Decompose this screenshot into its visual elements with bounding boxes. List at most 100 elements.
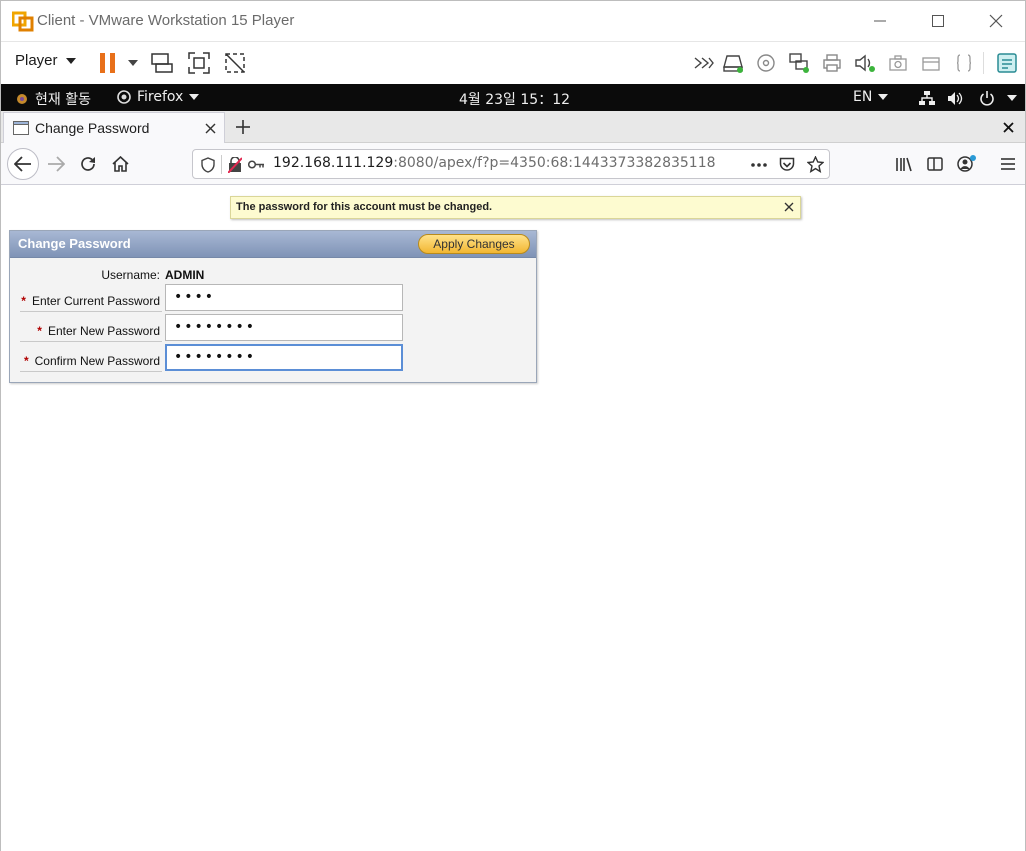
firefox-tab-strip: Change Password <box>1 111 1025 143</box>
current-password-input[interactable]: •••• <box>165 284 403 311</box>
activities-label: 현재 활동 <box>35 92 91 108</box>
chevron-down-icon[interactable] <box>120 51 146 75</box>
notification-text: The password for this account must be ch… <box>236 201 493 213</box>
firefox-nav-bar: 192.168.111.129:8080/apex/f?p=4350:68:14… <box>1 143 1025 185</box>
hard-disk-icon[interactable] <box>720 51 746 75</box>
maximize-button[interactable] <box>915 6 961 36</box>
minimize-button[interactable] <box>857 6 903 36</box>
vmware-toolbar: Player <box>1 41 1025 84</box>
forward-arrow-icon <box>48 156 65 172</box>
back-arrow-icon <box>14 156 31 172</box>
insecure-lock-icon[interactable] <box>228 157 242 173</box>
player-menu[interactable]: Player <box>15 52 76 69</box>
vmware-window: Client - VMware Workstation 15 Player Pl… <box>0 0 1026 851</box>
sound-card-icon[interactable] <box>852 51 878 75</box>
firefox-icon <box>117 90 131 104</box>
current-password-label: * Enter Current Password <box>21 294 160 308</box>
home-icon <box>111 156 129 172</box>
vmware-window-title: Client - VMware Workstation 15 Player <box>37 12 295 29</box>
change-password-region: Change Password Apply Changes Username: … <box>9 230 537 383</box>
page-actions-icon[interactable] <box>751 163 767 167</box>
tab-change-password[interactable]: Change Password <box>3 112 225 143</box>
close-tab-icon[interactable] <box>205 123 216 134</box>
new-password-label-text: Enter New Password <box>47 324 160 338</box>
notes-icon[interactable] <box>994 51 1020 75</box>
tab-label: Change Password <box>35 120 150 136</box>
pocket-icon[interactable] <box>779 157 795 172</box>
chevron-down-icon <box>189 94 200 100</box>
chevron-down-icon <box>65 57 76 64</box>
activities-icon <box>17 94 27 104</box>
apply-changes-button[interactable]: Apply Changes <box>418 234 530 254</box>
player-menu-label: Player <box>15 52 58 69</box>
expand-devices-icon[interactable] <box>691 51 717 75</box>
library-icon <box>895 157 912 171</box>
row-divider <box>20 311 162 312</box>
sidebar-button[interactable] <box>919 148 951 180</box>
confirm-password-label-text: Confirm New Password <box>34 354 160 368</box>
key-icon[interactable] <box>248 159 265 170</box>
app-menu[interactable]: Firefox <box>117 89 200 105</box>
library-button[interactable] <box>887 148 919 180</box>
confirm-password-label: * Confirm New Password <box>24 354 160 368</box>
url-text[interactable]: 192.168.111.129:8080/apex/f?p=4350:68:14… <box>273 155 716 171</box>
required-marker: * <box>37 324 42 338</box>
urlbar-divider <box>221 155 222 174</box>
row-divider <box>20 371 162 372</box>
chevron-down-icon <box>1007 95 1017 101</box>
gnome-top-bar: 현재 활동 Firefox 4월 23일 15：12 EN <box>1 84 1025 111</box>
close-browser-icon[interactable] <box>1003 122 1014 133</box>
vmware-logo-icon <box>11 10 34 32</box>
tracking-protection-icon[interactable] <box>201 157 215 173</box>
activities-button[interactable]: 현재 활동 <box>15 89 91 109</box>
web-page: The password for this account must be ch… <box>1 186 1025 851</box>
new-password-input[interactable]: •••••••• <box>165 314 403 341</box>
page-icon <box>13 121 29 135</box>
username-value: ADMIN <box>165 268 205 282</box>
usb-icon[interactable] <box>918 51 944 75</box>
app-menu-button[interactable] <box>992 148 1024 180</box>
new-password-label: * Enter New Password <box>37 324 160 338</box>
unity-icon[interactable] <box>222 51 248 75</box>
bookmark-star-icon[interactable] <box>807 156 824 173</box>
required-marker: * <box>23 354 29 368</box>
vmware-titlebar: Client - VMware Workstation 15 Player <box>1 1 1025 41</box>
forward-button[interactable] <box>40 148 72 180</box>
url-path: :8080/apex/f?p=4350:68:1443373382835118 <box>393 155 716 171</box>
camera-icon[interactable] <box>885 51 911 75</box>
new-tab-icon[interactable] <box>235 119 251 135</box>
input-method-label: EN <box>853 89 873 105</box>
account-icon <box>957 155 976 172</box>
row-divider <box>20 341 162 342</box>
close-window-button[interactable] <box>973 6 1019 36</box>
cd-dvd-icon[interactable] <box>753 51 779 75</box>
account-button[interactable] <box>951 148 983 180</box>
sidebar-icon <box>927 157 943 171</box>
username-label: Username: <box>101 268 160 282</box>
fullscreen-icon[interactable] <box>186 51 212 75</box>
back-button[interactable] <box>7 148 39 180</box>
hamburger-menu-icon <box>1001 158 1015 170</box>
printer-icon[interactable] <box>819 51 845 75</box>
close-notification-icon[interactable] <box>784 202 794 212</box>
network-wired-icon <box>919 90 935 105</box>
confirm-password-input[interactable]: •••••••• <box>165 344 403 371</box>
chevron-down-icon <box>878 94 889 100</box>
input-method-menu[interactable]: EN <box>853 89 889 105</box>
clock[interactable]: 4월 23일 15：12 <box>459 89 570 109</box>
floppy-icon[interactable] <box>951 51 977 75</box>
send-ctrl-alt-del-icon[interactable] <box>149 51 175 75</box>
pause-icon[interactable] <box>95 51 121 75</box>
power-icon <box>980 91 994 106</box>
network-adapter-icon[interactable] <box>786 51 812 75</box>
clock-label: 4월 23일 15：12 <box>459 92 571 108</box>
url-bar[interactable]: 192.168.111.129:8080/apex/f?p=4350:68:14… <box>192 149 830 179</box>
region-title: Change Password <box>18 236 131 251</box>
system-menu[interactable] <box>919 90 1017 106</box>
region-header: Change Password Apply Changes <box>10 231 536 258</box>
reload-button[interactable] <box>72 148 104 180</box>
toolbar-divider <box>983 52 984 74</box>
home-button[interactable] <box>104 148 136 180</box>
app-menu-label: Firefox <box>137 89 184 105</box>
url-host: 192.168.111.129 <box>273 155 394 171</box>
